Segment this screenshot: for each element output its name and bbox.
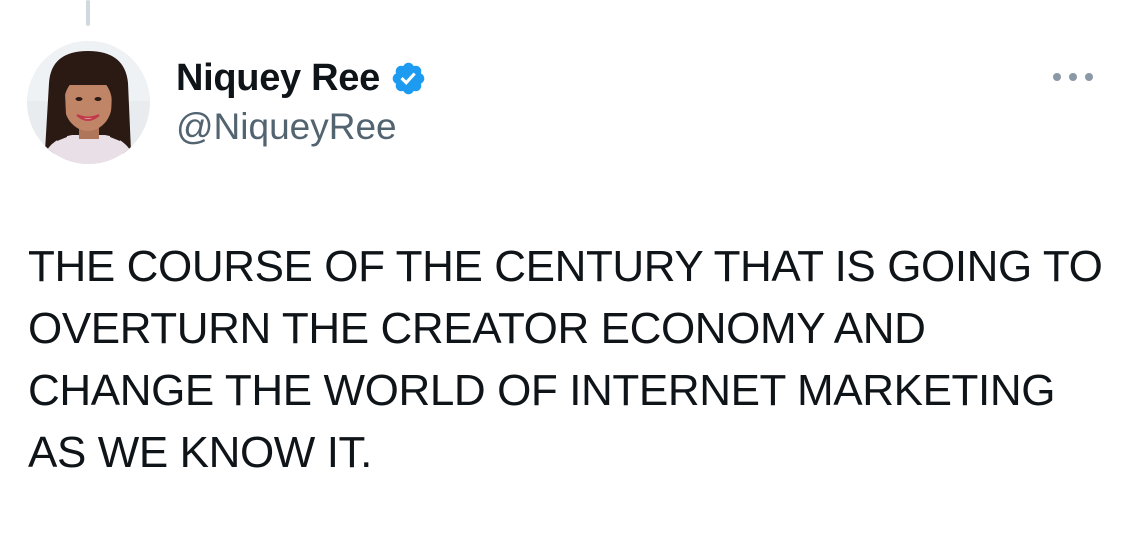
author-name-row[interactable]: Niquey Ree	[176, 54, 427, 102]
more-options-icon	[1053, 73, 1093, 81]
tweet-text: THE COURSE OF THE CENTURY THAT IS GOING …	[28, 242, 1103, 477]
author-display-name[interactable]: Niquey Ree	[176, 54, 380, 102]
thread-connector-line	[86, 0, 90, 26]
avatar-image	[27, 41, 150, 164]
author-handle[interactable]: @NiqueyRee	[176, 104, 397, 150]
more-options-button[interactable]	[1045, 62, 1101, 92]
verified-badge-icon	[390, 60, 427, 97]
avatar[interactable]	[27, 41, 150, 164]
